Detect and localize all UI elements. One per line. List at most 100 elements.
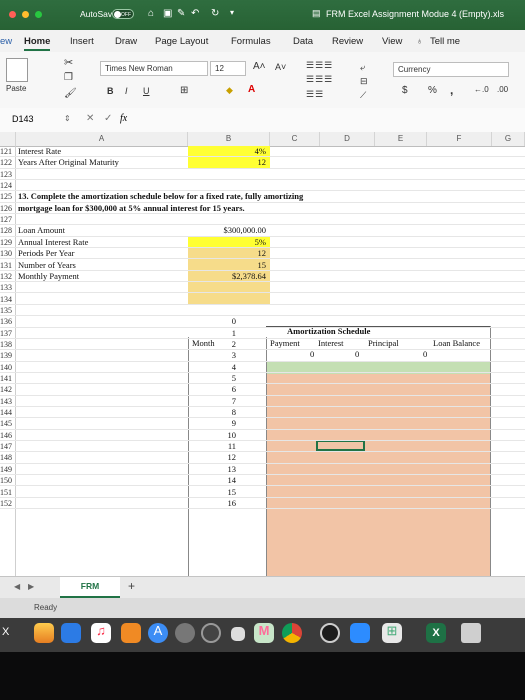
cell-b[interactable]: 12: [188, 248, 267, 259]
confirm-formula-icon[interactable]: ✓: [104, 113, 112, 124]
borders-icon[interactable]: ⊞: [180, 85, 188, 96]
column-header-a[interactable]: A: [16, 132, 188, 146]
music-icon[interactable]: ♫: [91, 623, 111, 643]
copy-icon[interactable]: ❐: [64, 72, 73, 83]
month-cell[interactable]: 6: [188, 384, 236, 395]
column-header-c[interactable]: C: [270, 132, 320, 146]
tab-formulas[interactable]: Formulas: [231, 36, 271, 47]
cell-b[interactable]: $2,378.64: [188, 271, 266, 282]
tab-home[interactable]: Home: [24, 36, 51, 51]
customize-toolbar-icon[interactable]: ▾: [230, 8, 234, 17]
home-icon[interactable]: ⌂: [148, 8, 154, 19]
italic-button[interactable]: I: [125, 86, 128, 96]
cell-b[interactable]: 4%: [188, 146, 266, 157]
increase-decimal-icon[interactable]: ←.0: [474, 85, 489, 94]
photos-icon[interactable]: [320, 623, 340, 643]
messages-icon[interactable]: M: [254, 623, 274, 643]
row-number[interactable]: 149: [0, 464, 15, 475]
font-color-icon[interactable]: A: [248, 84, 255, 95]
row-number[interactable]: 126: [0, 203, 15, 214]
align-horizontal-icons[interactable]: ☰☰☰: [306, 74, 333, 85]
font-name-select[interactable]: Times New Roman: [100, 61, 208, 76]
cell-a[interactable]: Interest Rate: [18, 146, 61, 157]
cell-a[interactable]: mortgage loan for $300,000 at 5% annual …: [18, 203, 245, 214]
row-number[interactable]: 151: [0, 487, 15, 498]
save-icon[interactable]: ▣: [163, 8, 172, 19]
tab-cut-prefix[interactable]: ew: [0, 36, 12, 47]
column-header-d[interactable]: D: [320, 132, 375, 146]
cell-b[interactable]: 5%: [188, 237, 266, 248]
month-cell[interactable]: 3: [188, 350, 236, 361]
app-store-icon[interactable]: A: [148, 623, 168, 643]
grid-icon[interactable]: ⊞: [382, 623, 402, 643]
cancel-formula-icon[interactable]: ✕: [86, 113, 94, 124]
month-cell[interactable]: 15: [188, 487, 237, 498]
cell-b[interactable]: 12: [188, 157, 267, 168]
row-number[interactable]: 148: [0, 452, 15, 463]
increase-font-icon[interactable]: A˄: [253, 61, 266, 72]
decrease-font-icon[interactable]: A˅: [275, 62, 286, 72]
screenshot-icon[interactable]: [201, 623, 221, 643]
row-number[interactable]: 146: [0, 430, 15, 441]
month-cell[interactable]: 16: [188, 498, 237, 509]
edit-icon[interactable]: ✎: [177, 8, 185, 19]
format-painter-icon[interactable]: 🖌: [64, 88, 77, 99]
tab-data[interactable]: Data: [293, 36, 313, 47]
row-number[interactable]: 133: [0, 282, 15, 293]
cell-a[interactable]: 13. Complete the amortization schedule b…: [18, 191, 303, 202]
autosave-toggle[interactable]: OFF: [112, 9, 134, 19]
add-sheet-button[interactable]: +: [128, 579, 135, 593]
wrap-text-icon[interactable]: ⤶: [360, 62, 365, 73]
principal-row0[interactable]: 0: [423, 349, 427, 360]
month-cell[interactable]: 8: [188, 407, 236, 418]
column-header-g[interactable]: G: [492, 132, 525, 146]
row-number[interactable]: 135: [0, 305, 15, 316]
undo-icon[interactable]: ↶: [191, 8, 199, 19]
row-number[interactable]: 150: [0, 475, 15, 486]
row-number[interactable]: 124: [0, 180, 15, 191]
month-cell[interactable]: 14: [188, 475, 237, 486]
row-number[interactable]: 131: [0, 260, 15, 271]
month-cell[interactable]: 4: [188, 362, 236, 373]
close-window-button[interactable]: [9, 11, 16, 18]
underline-button[interactable]: U: [143, 86, 150, 96]
prev-sheet-icon[interactable]: ◀: [14, 582, 20, 591]
row-number[interactable]: 144: [0, 407, 15, 418]
keynote-icon[interactable]: [61, 623, 81, 643]
row-number[interactable]: 152: [0, 498, 15, 509]
fx-button[interactable]: fx: [120, 113, 127, 124]
redo-icon[interactable]: ↻: [211, 8, 219, 19]
name-box[interactable]: D143: [8, 112, 54, 127]
chart-icon[interactable]: [34, 623, 54, 643]
payment-row0[interactable]: 0: [310, 349, 314, 360]
cell-a[interactable]: Monthly Payment: [18, 271, 79, 282]
font-size-select[interactable]: 12: [210, 61, 246, 76]
zoom-icon[interactable]: [350, 623, 370, 643]
tell-me-search[interactable]: Tell me: [430, 36, 460, 47]
month-cell[interactable]: 1: [188, 328, 236, 339]
month-cell[interactable]: 9: [188, 418, 236, 429]
row-number[interactable]: 128: [0, 225, 15, 236]
cut-icon[interactable]: ✂: [64, 56, 73, 69]
system-prefs-icon[interactable]: [175, 623, 195, 643]
battery-icon[interactable]: [231, 627, 245, 641]
zoom-window-button[interactable]: [35, 11, 42, 18]
name-box-stepper[interactable]: ⇕: [64, 114, 71, 123]
row-number[interactable]: 122: [0, 157, 15, 168]
row-number[interactable]: 142: [0, 384, 15, 395]
tab-page-layout[interactable]: Page Layout: [155, 36, 208, 47]
excel-icon[interactable]: X: [426, 623, 446, 643]
month-cell[interactable]: 2: [188, 339, 236, 350]
row-number[interactable]: 123: [0, 169, 15, 180]
percent-format-button[interactable]: %: [428, 85, 437, 96]
cell-b[interactable]: $300,000.00: [188, 225, 267, 236]
worksheet-grid[interactable]: A B C D E F G 121 Interest Rate 4% 122 Years…: [0, 132, 525, 578]
fill-color-icon[interactable]: ◆: [226, 85, 233, 96]
month-cell[interactable]: 5: [188, 373, 236, 384]
paste-icon[interactable]: [6, 58, 28, 82]
cell-a[interactable]: Loan Amount: [18, 225, 65, 236]
month-cell[interactable]: 12: [188, 452, 237, 463]
row-number[interactable]: 147: [0, 441, 15, 452]
row-number[interactable]: 129: [0, 237, 15, 248]
cell-a[interactable]: Periods Per Year: [18, 248, 74, 259]
